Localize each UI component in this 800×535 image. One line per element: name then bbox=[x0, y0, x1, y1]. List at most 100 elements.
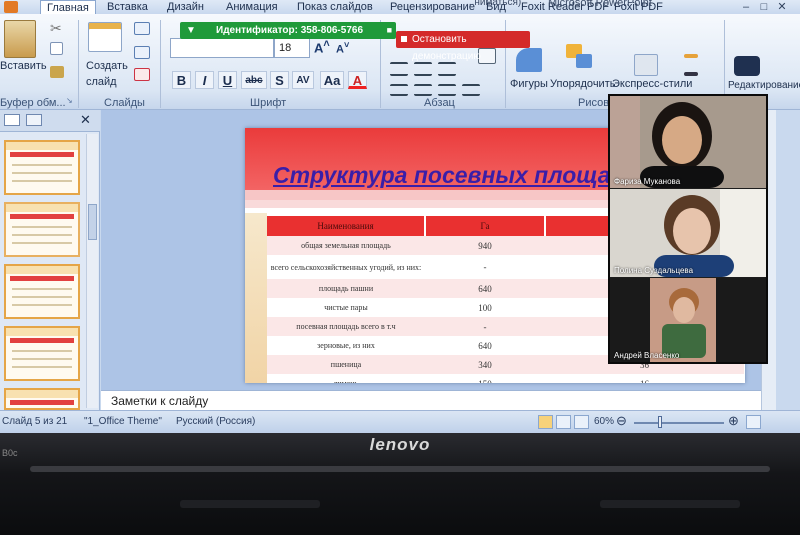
layout-icon[interactable] bbox=[134, 22, 150, 35]
table-cell: площадь пашни bbox=[267, 279, 425, 298]
copy-icon[interactable] bbox=[50, 42, 63, 55]
font-color-button[interactable]: A bbox=[348, 71, 367, 89]
slide-thumbnail[interactable] bbox=[4, 202, 80, 257]
shapes-label[interactable]: Фигуры bbox=[510, 78, 548, 90]
lock-icon[interactable]: ■ bbox=[387, 22, 392, 39]
quick-styles-label[interactable]: Экспресс-стили bbox=[612, 78, 692, 90]
participant-tile[interactable]: Андрей Власенко bbox=[610, 278, 766, 362]
slide-thumbnail[interactable] bbox=[4, 140, 80, 195]
maximize-icon[interactable]: □ bbox=[756, 0, 772, 13]
table-cell: 640 bbox=[425, 336, 545, 355]
keyboard-edge bbox=[180, 500, 320, 508]
laptop-brand-logo: lenovo bbox=[369, 435, 431, 454]
tab-review[interactable]: Рецензирование bbox=[390, 0, 475, 14]
stop-demo-button[interactable]: Остановить демонстрацию bbox=[396, 31, 530, 62]
justify-icon[interactable] bbox=[462, 84, 480, 96]
minimize-icon[interactable]: – bbox=[738, 0, 754, 13]
grow-font-icon[interactable]: A˄ bbox=[314, 38, 330, 55]
theme-name[interactable]: "1_Office Theme" bbox=[84, 416, 162, 427]
italic-button[interactable]: I bbox=[195, 71, 214, 89]
tab-home[interactable]: Главная bbox=[40, 0, 96, 15]
pin-icon[interactable]: ▼ bbox=[186, 22, 196, 39]
align-right-icon[interactable] bbox=[438, 84, 456, 96]
notes-pane[interactable]: Заметки к слайду bbox=[101, 390, 761, 410]
slide-thumbnail[interactable] bbox=[4, 388, 80, 410]
photo-stage: Главная Вставка Дизайн Анимация Показ сл… bbox=[0, 0, 800, 535]
window-title: Microsoft PowerPoint bbox=[548, 0, 652, 9]
slide-left-decoration bbox=[245, 213, 267, 383]
conference-id-text: Идентификатор: 358-806-5766 bbox=[216, 25, 364, 36]
tab-animation[interactable]: Анимация bbox=[226, 0, 278, 14]
status-bar: Слайд 5 из 21 "1_Office Theme" Русский (… bbox=[0, 410, 800, 433]
slideshow-view-icon[interactable] bbox=[574, 415, 589, 429]
new-slide-label-2[interactable]: слайд bbox=[86, 76, 117, 88]
tab-design[interactable]: Дизайн bbox=[167, 0, 204, 14]
shape-outline-icon[interactable] bbox=[684, 72, 698, 76]
zoom-slider-thumb[interactable] bbox=[658, 416, 662, 428]
format-painter-icon[interactable] bbox=[50, 66, 64, 78]
new-slide-icon[interactable] bbox=[88, 22, 122, 52]
conference-id-bar: ▼ Идентификатор: 358-806-5766 ■ bbox=[180, 22, 396, 39]
normal-view-icon[interactable] bbox=[538, 415, 553, 429]
find-binoculars-icon[interactable] bbox=[734, 56, 760, 76]
participant-tile[interactable]: Фариза Муканова bbox=[610, 96, 766, 188]
arrange-label[interactable]: Упорядочить bbox=[550, 78, 615, 90]
paste-icon[interactable] bbox=[4, 20, 36, 58]
shadow-button[interactable]: S bbox=[270, 71, 289, 89]
cut-icon[interactable]: ✂ bbox=[50, 20, 62, 37]
table-cell: 16 bbox=[545, 374, 744, 383]
close-pane-icon[interactable]: ✕ bbox=[80, 112, 91, 128]
strikethrough-button[interactable]: abc bbox=[241, 71, 267, 89]
shapes-icon[interactable] bbox=[516, 48, 542, 72]
slide-sorter-icon[interactable] bbox=[556, 415, 571, 429]
close-icon[interactable]: ✕ bbox=[774, 0, 790, 13]
shape-fill-icon[interactable] bbox=[684, 54, 698, 58]
zoom-level[interactable]: 60% bbox=[594, 416, 614, 427]
font-size-combo[interactable]: 18 bbox=[274, 38, 310, 58]
participant-tile[interactable]: Полина Суздальцева bbox=[610, 189, 766, 277]
zoom-slider[interactable] bbox=[634, 422, 724, 424]
slide-thumbnail[interactable] bbox=[4, 326, 80, 381]
fit-to-window-icon[interactable] bbox=[746, 415, 761, 429]
thumbnail-scrollbar[interactable] bbox=[86, 134, 98, 408]
office-icon[interactable] bbox=[4, 1, 18, 13]
bold-button[interactable]: B bbox=[172, 71, 191, 89]
clipboard-launcher-icon[interactable]: ↘ bbox=[66, 96, 73, 105]
editing-group-label: Редактирование bbox=[728, 80, 800, 91]
shrink-font-icon[interactable]: A˅ bbox=[336, 40, 349, 56]
clipboard-group-label: Буфер обм... bbox=[0, 97, 66, 109]
laptop-model-label: B0c bbox=[2, 448, 18, 458]
new-slide-label-1[interactable]: Создать bbox=[86, 60, 128, 72]
align-left-icon[interactable] bbox=[390, 84, 408, 96]
align-center-icon[interactable] bbox=[414, 84, 432, 96]
video-call-panel: Фариза Муканова Полина Суздальцева Андре… bbox=[608, 94, 768, 364]
tab-slideshow[interactable]: Показ слайдов bbox=[297, 0, 373, 14]
paste-label[interactable]: Вставить bbox=[0, 60, 47, 72]
table-cell: общая земельная площадь bbox=[267, 236, 425, 255]
slide-thumbnail[interactable] bbox=[4, 264, 80, 319]
font-name-combo[interactable] bbox=[170, 38, 274, 58]
zoom-in-icon[interactable]: ⊕ bbox=[728, 413, 739, 429]
bullets-icon[interactable] bbox=[390, 62, 408, 76]
tab-insert[interactable]: Вставка bbox=[107, 0, 148, 14]
header-cell: Га bbox=[425, 216, 546, 236]
stop-icon bbox=[401, 36, 407, 42]
language-indicator[interactable]: Русский (Россия) bbox=[176, 416, 255, 427]
scroll-thumb[interactable] bbox=[88, 204, 97, 240]
slides-tab-icon[interactable] bbox=[4, 114, 20, 126]
paragraph-group-label: Абзац bbox=[424, 97, 455, 109]
zoom-out-icon[interactable]: ⊖ bbox=[616, 413, 627, 429]
underline-button[interactable]: U bbox=[218, 71, 237, 89]
participant-video bbox=[610, 189, 766, 277]
delete-slide-icon[interactable] bbox=[134, 68, 150, 81]
char-spacing-button[interactable]: AV bbox=[292, 71, 314, 89]
slide-title[interactable]: Структура посевных площаде bbox=[273, 162, 638, 189]
change-case-button[interactable]: Aa bbox=[320, 71, 344, 89]
table-cell: - bbox=[425, 255, 545, 279]
quick-styles-icon[interactable] bbox=[634, 54, 658, 76]
window-title-prefix: ...ниматься) bbox=[466, 0, 522, 8]
reset-icon[interactable] bbox=[134, 46, 150, 59]
group-separator bbox=[78, 20, 79, 108]
outline-tab-icon[interactable] bbox=[26, 114, 42, 126]
stop-demo-label: Остановить демонстрацию bbox=[412, 34, 481, 62]
